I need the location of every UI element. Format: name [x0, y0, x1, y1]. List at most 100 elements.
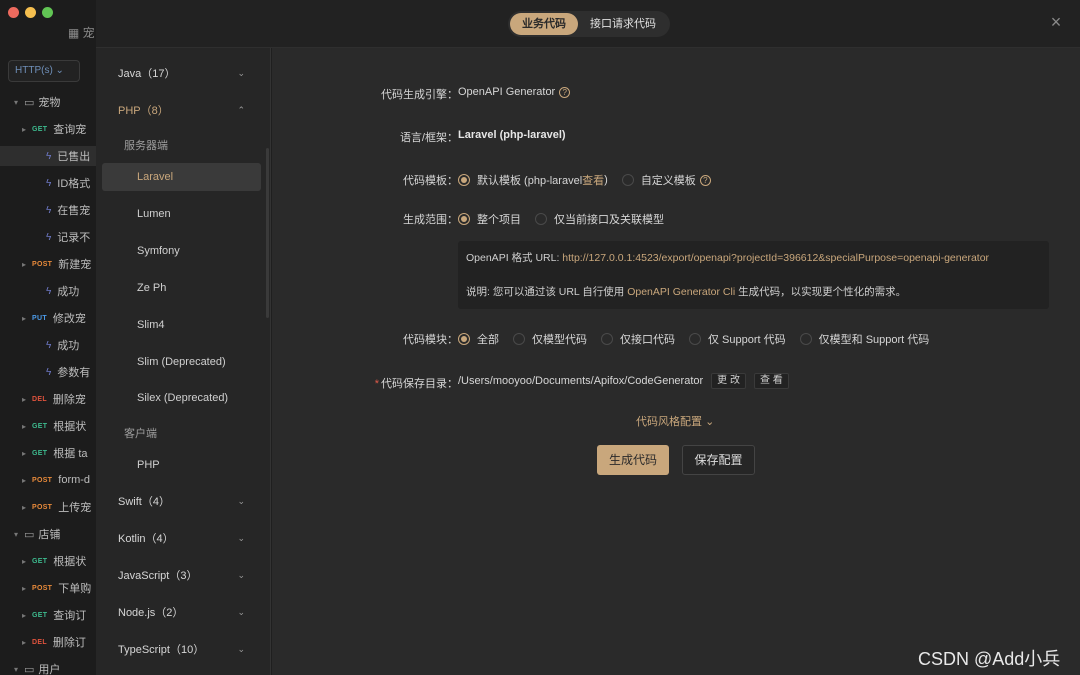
change-dir-button[interactable]: 更 改: [711, 373, 746, 389]
help-icon[interactable]: ?: [699, 174, 711, 186]
tree-api-item[interactable]: ▸ POST 新建宠: [0, 254, 96, 274]
language-list-scrollbar[interactable]: [266, 148, 269, 318]
scope-all-option[interactable]: 整个项目: [458, 211, 521, 227]
module-model-option[interactable]: 仅模型代码: [513, 331, 587, 347]
radio-unchecked-icon: [601, 333, 613, 345]
tree-folder[interactable]: ▾ ▭ 宠物: [0, 92, 96, 112]
tree-api-item[interactable]: ▸ DEL 删除宠: [0, 389, 96, 409]
caret-icon: ▸: [22, 475, 27, 485]
module-support-option[interactable]: 仅 Support 代码: [689, 331, 786, 347]
save-config-button[interactable]: 保存配置: [682, 445, 755, 475]
tree-case-item[interactable]: ϟ 已售出: [0, 146, 96, 166]
close-icon[interactable]: ×: [1046, 12, 1066, 32]
code-generator-modal: 业务代码 接口请求代码 × Java（17） ⌄ PHP（8） ⌃ 服务器端 Lar…: [96, 0, 1080, 675]
module-api-label: 仅接口代码: [620, 334, 675, 346]
tree-case-item[interactable]: ϟ 记录不: [0, 227, 96, 247]
close-window-button[interactable]: [8, 7, 19, 18]
folder-icon: ▭: [24, 528, 35, 541]
scope-options: 整个项目 仅当前接口及关联模型: [458, 211, 678, 227]
module-model-support-label: 仅模型和 Support 代码: [818, 334, 930, 346]
framework-lumen[interactable]: Lumen: [102, 200, 261, 228]
framework-php-client[interactable]: PHP: [102, 451, 261, 479]
tree-case-item[interactable]: ϟ 参数有: [0, 362, 96, 382]
http-method-badge: POST: [32, 584, 53, 592]
caret-icon: ▸: [22, 556, 27, 566]
tree-folder[interactable]: ▾ ▭ 用户: [0, 659, 96, 675]
tree-case-item[interactable]: ϟ 在售宠: [0, 200, 96, 220]
module-api-option[interactable]: 仅接口代码: [601, 331, 675, 347]
module-model-support-option[interactable]: 仅模型和 Support 代码: [799, 331, 930, 347]
engine-label: 代码生成引擎：: [381, 89, 458, 101]
tree-api-item[interactable]: ▸ GET 根据状: [0, 416, 96, 436]
chevron-down-icon: ⌄: [237, 643, 245, 654]
framework-slim-deprecated[interactable]: Slim (Deprecated): [102, 348, 261, 376]
template-default-option[interactable]: 默认模板 (php-laravel 查看): [458, 172, 608, 188]
minimize-window-button[interactable]: [25, 7, 36, 18]
view-dir-button[interactable]: 查 看: [753, 373, 789, 389]
tree-api-item[interactable]: ▸ POST form-d: [0, 470, 96, 490]
help-icon[interactable]: ?: [559, 86, 571, 98]
required-mark: *: [374, 378, 379, 390]
chevron-down-icon: ⌄: [237, 606, 245, 617]
tree-folder[interactable]: ▾ ▭ 店铺: [0, 524, 96, 544]
tree-case-label: 在售宠: [57, 205, 91, 217]
tree-api-item[interactable]: ▸ PUT 修改宠: [0, 308, 96, 328]
caret-icon: ▸: [22, 394, 27, 404]
php-client-group: 客户端: [124, 428, 157, 440]
lang-swift[interactable]: Swift（4） ⌄: [102, 487, 261, 515]
language-list: Java（17） ⌄ PHP（8） ⌃ 服务器端 Laravel Lumen Sym…: [96, 48, 271, 675]
tree-folder-label: 店铺: [38, 529, 61, 541]
caret-down-icon: ▾: [14, 97, 19, 107]
openapi-generator-cli-link[interactable]: OpenAPI Generator Cli: [627, 286, 735, 298]
code-style-config-toggle[interactable]: 代码风格配置 ⌄: [636, 413, 714, 429]
openapi-url-link[interactable]: http://127.0.0.1:4523/export/openapi?pro…: [562, 252, 989, 264]
chevron-down-icon: ⌄: [237, 67, 245, 78]
http-method-badge: POST: [32, 503, 53, 511]
module-all-option[interactable]: 全部: [458, 331, 499, 347]
template-view-link[interactable]: 查看: [582, 172, 604, 188]
http-method-badge: POST: [32, 260, 53, 268]
lang-nodejs[interactable]: Node.js（2） ⌄: [102, 598, 261, 626]
case-icon: ϟ: [46, 150, 52, 162]
code-style-config-label: 代码风格配置: [636, 416, 702, 428]
framework-laravel[interactable]: Laravel: [102, 163, 261, 191]
tab-api-request-code[interactable]: 接口请求代码: [578, 13, 668, 35]
tree-api-item[interactable]: ▸ POST 上传宠: [0, 497, 96, 517]
tree-case-label: ID格式: [57, 178, 91, 190]
framework-slim4[interactable]: Slim4: [102, 311, 261, 339]
tree-api-label: 删除宠: [52, 394, 86, 406]
tree-api-item[interactable]: ▸ DEL 删除订: [0, 632, 96, 652]
tree-api-item[interactable]: ▸ GET 查询宠: [0, 119, 96, 139]
template-custom-option[interactable]: 自定义模板?: [621, 172, 711, 188]
framework-symfony[interactable]: Symfony: [102, 237, 261, 265]
caret-icon: ▸: [22, 448, 27, 458]
framework-silex-deprecated[interactable]: Silex (Deprecated): [102, 384, 261, 412]
tree-api-label: 根据状: [53, 556, 87, 568]
lang-java[interactable]: Java（17） ⌄: [102, 59, 261, 87]
generate-code-button[interactable]: 生成代码: [597, 445, 669, 475]
tree-api-item[interactable]: ▸ GET 根据 ta: [0, 443, 96, 463]
tree-case-item[interactable]: ϟ ID格式: [0, 173, 96, 193]
zoom-window-button[interactable]: [42, 7, 53, 18]
lang-kotlin[interactable]: Kotlin（4） ⌄: [102, 524, 261, 552]
tree-case-item[interactable]: ϟ 成功: [0, 335, 96, 355]
lang-php[interactable]: PHP（8） ⌃: [102, 96, 261, 124]
case-icon: ϟ: [46, 366, 52, 378]
tree-api-item[interactable]: ▸ POST 下单购: [0, 578, 96, 598]
request-type-select[interactable]: HTTP(s) ⌄: [8, 60, 80, 82]
tab-business-code[interactable]: 业务代码: [510, 13, 578, 35]
tree-api-label: 删除订: [52, 637, 86, 649]
lang-javascript[interactable]: JavaScript（3） ⌄: [102, 561, 261, 589]
chevron-down-icon: ⌄: [237, 495, 245, 506]
tree-api-item[interactable]: ▸ GET 查询订: [0, 605, 96, 625]
tree-api-label: form-d: [58, 474, 91, 486]
modal-header: 业务代码 接口请求代码 ×: [96, 0, 1080, 48]
tree-case-item[interactable]: ϟ 成功: [0, 281, 96, 301]
tree-api-item[interactable]: ▸ GET 根据状: [0, 551, 96, 571]
lang-typescript[interactable]: TypeScript（10） ⌄: [102, 635, 261, 663]
module-model-label: 仅模型代码: [532, 334, 587, 346]
scope-current-option[interactable]: 仅当前接口及关联模型: [535, 211, 664, 227]
caret-icon: ▸: [22, 421, 27, 431]
framework-zeph[interactable]: Ze Ph: [102, 274, 261, 302]
background-sidebar: ▦ 宠 HTTP(s) ⌄ ▾ ▭ 宠物 ▸ GET 查询宠 ϟ 已售出 ϟ ID格式 ϟ 在售宠 ϟ 记…: [0, 0, 96, 675]
